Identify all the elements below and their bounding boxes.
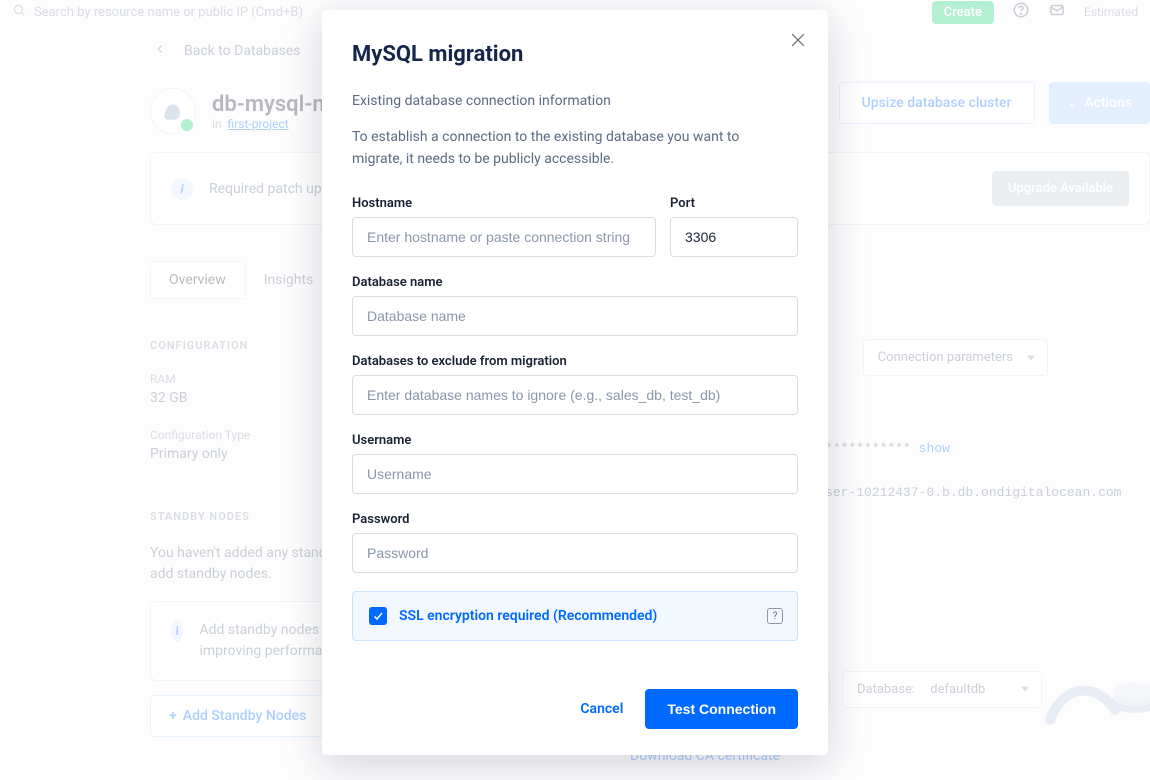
port-input[interactable] — [670, 217, 798, 257]
password-input[interactable] — [352, 533, 798, 573]
ssl-label: SSL encryption required (Recommended) — [399, 608, 657, 624]
mysql-migration-modal: MySQL migration Existing database connec… — [322, 10, 828, 755]
dbname-label: Database name — [352, 275, 798, 290]
hostname-label: Hostname — [352, 196, 656, 211]
username-input[interactable] — [352, 454, 798, 494]
modal-description: To establish a connection to the existin… — [352, 127, 782, 170]
ssl-checkbox[interactable] — [369, 607, 387, 625]
dbname-input[interactable] — [352, 296, 798, 336]
modal-title: MySQL migration — [352, 42, 798, 67]
password-label: Password — [352, 512, 798, 527]
ssl-option-row[interactable]: SSL encryption required (Recommended) ? — [352, 591, 798, 641]
modal-subheading: Existing database connection information — [352, 93, 798, 109]
exclude-input[interactable] — [352, 375, 798, 415]
exclude-label: Databases to exclude from migration — [352, 354, 798, 369]
hostname-input[interactable] — [352, 217, 656, 257]
modal-overlay[interactable]: MySQL migration Existing database connec… — [0, 0, 1150, 780]
username-label: Username — [352, 433, 798, 448]
ssl-help-icon[interactable]: ? — [767, 608, 783, 624]
cancel-button[interactable]: Cancel — [576, 691, 627, 727]
test-connection-button[interactable]: Test Connection — [645, 689, 798, 729]
port-label: Port — [670, 196, 798, 211]
close-icon[interactable] — [788, 30, 808, 50]
